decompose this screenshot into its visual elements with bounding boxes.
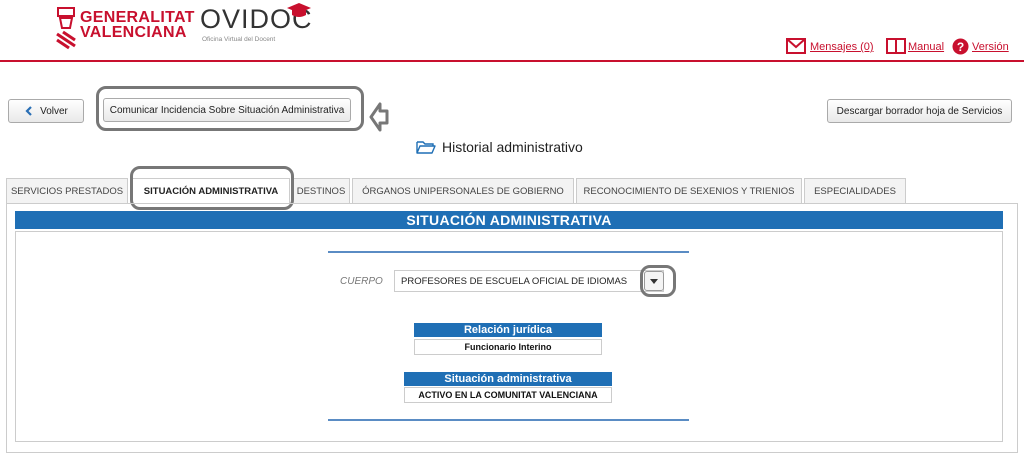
pointer-arrow-icon	[369, 102, 389, 132]
folder-open-icon	[416, 141, 436, 154]
gva-logo-line-2: VALENCIANA	[80, 24, 187, 41]
dropdown-highlight	[640, 265, 676, 297]
section-banner: SITUACIÓN ADMINISTRATIVA	[15, 211, 1003, 229]
tab-destinos[interactable]: DESTINOS	[292, 178, 350, 203]
chevron-left-icon	[25, 106, 32, 116]
top-divider	[328, 251, 689, 253]
descargar-borrador-button[interactable]: Descargar borrador hoja de Servicios	[827, 99, 1012, 123]
tab-servicios-prestados[interactable]: SERVICIOS PRESTADOS	[6, 178, 128, 203]
manual-link[interactable]: Manual	[908, 41, 944, 53]
version-link[interactable]: Versión	[972, 41, 1009, 53]
ovidoc-logo: OVIDOC Oficina Virtual del Docent	[198, 2, 318, 46]
help-question-icon[interactable]: ?	[952, 38, 969, 55]
relacion-juridica-value: Funcionario Interino	[414, 339, 602, 355]
tab-reconocimiento-sexenios[interactable]: RECONOCIMIENTO DE SEXENIOS Y TRIENIOS	[576, 178, 802, 203]
relacion-juridica-title: Relación jurídica	[414, 323, 602, 337]
svg-text:?: ?	[957, 40, 964, 54]
cuerpo-select-value: PROFESORES DE ESCUELA OFICIAL DE IDIOMAS	[401, 275, 628, 287]
mensajes-link[interactable]: Mensajes (0)	[810, 41, 874, 53]
tab-especialidades[interactable]: ESPECIALIDADES	[804, 178, 906, 203]
tab-organos-unipersonales[interactable]: ÓRGANOS UNIPERSONALES DE GOBIERNO	[352, 178, 574, 203]
graduation-cap-icon	[287, 3, 311, 17]
back-button[interactable]: Volver	[8, 99, 84, 123]
cuerpo-label: CUERPO	[340, 276, 383, 287]
page-title-text: Historial administrativo	[442, 139, 583, 155]
situacion-administrativa-value: ACTIVO EN LA COMUNITAT VALENCIANA	[404, 387, 612, 403]
bottom-divider	[328, 419, 689, 421]
situacion-administrativa-title: Situación administrativa	[404, 372, 612, 386]
page-title: Historial administrativo	[416, 137, 583, 157]
comunicar-incidencia-button[interactable]: Comunicar Incidencia Sobre Situación Adm…	[103, 98, 351, 122]
generalitat-logo: GENERALITAT VALENCIANA	[54, 2, 194, 52]
cuerpo-select[interactable]: PROFESORES DE ESCUELA OFICIAL DE IDIOMAS	[394, 270, 664, 292]
book-icon[interactable]	[886, 38, 906, 54]
app-header: GENERALITAT VALENCIANA OVIDOC Oficina Vi…	[0, 0, 1024, 62]
ovidoc-subtitle: Oficina Virtual del Docent	[202, 36, 276, 43]
gva-logo-line-1: GENERALITAT	[80, 9, 195, 26]
gva-emblem-icon	[56, 7, 76, 50]
back-button-label: Volver	[40, 105, 68, 117]
envelope-icon[interactable]	[786, 38, 806, 54]
